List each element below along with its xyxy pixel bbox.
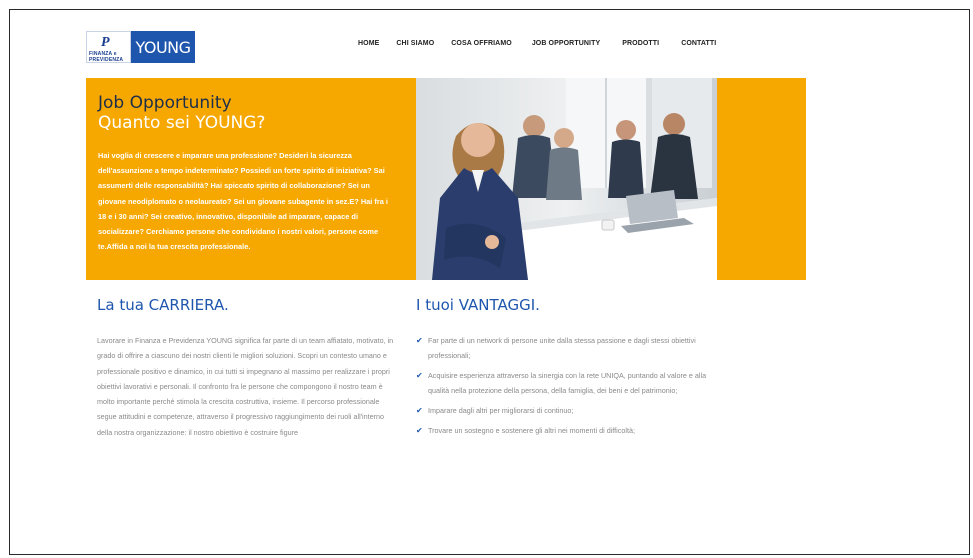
site-logo[interactable]: P FINANZA e PREVIDENZA YOUNG bbox=[86, 31, 195, 63]
nav-chi-siamo[interactable]: CHI SIAMO bbox=[396, 40, 434, 47]
check-icon: ✔ bbox=[416, 336, 423, 345]
advantage-text: Acquisire esperienza attraverso la siner… bbox=[428, 370, 707, 396]
career-body: Lavorare in Finanza e Previdenza YOUNG s… bbox=[97, 336, 394, 437]
page: P FINANZA e PREVIDENZA YOUNG HOME CHI SI… bbox=[86, 20, 806, 462]
logo-p-mark-icon: P bbox=[101, 35, 110, 50]
hero-description: Hai voglia di crescere e imparare una pr… bbox=[98, 151, 388, 252]
hero-photo bbox=[416, 78, 717, 280]
nav-job-opportunity[interactable]: JOB OPPORTUNITY bbox=[532, 40, 600, 47]
check-icon: ✔ bbox=[416, 405, 423, 415]
list-item: ✔ Far parte di un network di persone uni… bbox=[416, 333, 716, 363]
logo-text-line2: PREVIDENZA bbox=[89, 57, 124, 63]
check-icon: ✔ bbox=[416, 425, 423, 435]
hero-title: Job Opportunity bbox=[98, 93, 232, 113]
site-header: P FINANZA e PREVIDENZA YOUNG HOME CHI SI… bbox=[86, 20, 806, 78]
main-nav: HOME CHI SIAMO COSA OFFRIAMO JOB OPPORTU… bbox=[358, 40, 716, 47]
content-section: La tua CARRIERA. Lavorare in Finanza e P… bbox=[86, 280, 806, 462]
nav-cosa-offriamo[interactable]: COSA OFFRIAMO bbox=[451, 40, 512, 47]
check-icon: ✔ bbox=[416, 370, 423, 380]
content-fade bbox=[86, 442, 806, 462]
list-item: ✔ Acquisire esperienza attraverso la sin… bbox=[416, 368, 716, 398]
advantages-title: I tuoi VANTAGGI. bbox=[416, 296, 540, 314]
hero-section: Job Opportunity Quanto sei YOUNG? Hai vo… bbox=[86, 78, 806, 280]
hero-photo-illustration bbox=[416, 78, 717, 280]
hero-subtitle: Quanto sei YOUNG? bbox=[98, 113, 266, 133]
logo-young: YOUNG bbox=[131, 31, 195, 63]
list-item: ✔ Trovare un sostegno e sostenere gli al… bbox=[416, 423, 716, 438]
career-column: La tua CARRIERA. Lavorare in Finanza e P… bbox=[97, 280, 397, 440]
hero-text: Job Opportunity Quanto sei YOUNG? Hai vo… bbox=[98, 94, 398, 254]
advantage-text: Far parte di un network di persone unite… bbox=[428, 336, 696, 361]
list-item: ✔ Imparare dagli altri per migliorarsi d… bbox=[416, 403, 716, 418]
advantages-list: ✔ Far parte di un network di persone uni… bbox=[416, 333, 716, 438]
hero-accent-band bbox=[717, 78, 806, 280]
advantages-column: I tuoi VANTAGGI. ✔ Far parte di un netwo… bbox=[416, 280, 716, 442]
nav-home[interactable]: HOME bbox=[358, 40, 379, 47]
nav-prodotti[interactable]: PRODOTTI bbox=[622, 40, 659, 47]
career-title: La tua CARRIERA. bbox=[97, 296, 229, 314]
logo-finanza-previdenza: P FINANZA e PREVIDENZA bbox=[86, 31, 131, 63]
nav-contatti[interactable]: CONTATTI bbox=[681, 40, 716, 47]
advantage-text: Trovare un sostegno e sostenere gli altr… bbox=[428, 425, 635, 435]
advantage-text: Imparare dagli altri per migliorarsi di … bbox=[428, 405, 574, 415]
